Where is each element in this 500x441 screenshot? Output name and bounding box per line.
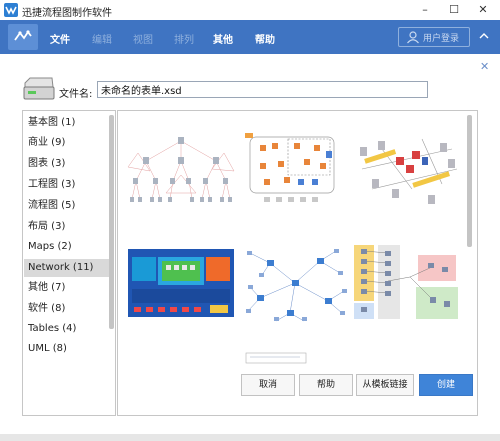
template-gallery <box>117 110 478 416</box>
collapse-ribbon-icon[interactable] <box>476 26 492 46</box>
template-thumbnail-dashboard[interactable] <box>126 245 236 325</box>
new-file-dialog: ✕ 文件名: 基本图 (1) 商业 (9) 图表 (3) 工程图 (3) 流程图… <box>8 56 492 441</box>
menu-view[interactable]: 视图 <box>133 31 153 46</box>
category-layout[interactable]: 布局 (3) <box>28 218 65 236</box>
menu-edit[interactable]: 编辑 <box>92 31 112 46</box>
template-scrollbar[interactable] <box>467 115 472 247</box>
home-button[interactable] <box>8 24 38 50</box>
menu-other[interactable]: 其他 <box>213 31 233 46</box>
category-maps[interactable]: Maps (2) <box>28 238 72 256</box>
cancel-button[interactable]: 取消 <box>241 374 295 396</box>
minimize-button[interactable]: – <box>410 0 440 20</box>
file-name-input[interactable] <box>97 81 428 98</box>
from-template-link-button[interactable]: 从模板链接 <box>356 374 414 396</box>
app-logo-icon <box>4 3 18 17</box>
category-engineering[interactable]: 工程图 (3) <box>28 176 75 194</box>
help-button[interactable]: 帮助 <box>299 374 353 396</box>
category-charts[interactable]: 图表 (3) <box>28 155 65 173</box>
title-bar: 迅捷流程图制作软件 – ☐ ✕ <box>0 0 500 20</box>
maximize-button[interactable]: ☐ <box>439 0 469 20</box>
category-flowchart[interactable]: 流程图 (5) <box>28 197 75 215</box>
home-logo-icon <box>14 30 32 41</box>
disk-icon <box>23 77 55 100</box>
login-button[interactable]: 用户登录 <box>398 27 470 47</box>
file-name-label: 文件名: <box>59 89 93 100</box>
category-tables[interactable]: Tables (4) <box>28 320 76 338</box>
template-thumbnail-network-mesh[interactable] <box>240 243 350 323</box>
category-list: 基本图 (1) 商业 (9) 图表 (3) 工程图 (3) 流程图 (5) 布局… <box>22 110 116 416</box>
user-icon <box>407 31 419 44</box>
main-toolbar: 文件 编辑 视图 排列 其他 帮助 用户登录 <box>0 20 500 54</box>
menu-arrange[interactable]: 排列 <box>174 31 194 46</box>
template-thumbnail-network-1[interactable] <box>126 133 236 213</box>
dialog-close-icon[interactable]: ✕ <box>480 60 489 73</box>
close-button[interactable]: ✕ <box>468 0 498 20</box>
category-business[interactable]: 商业 (9) <box>28 134 65 152</box>
category-uml[interactable]: UML (8) <box>28 340 67 358</box>
create-button[interactable]: 创建 <box>419 374 473 396</box>
menu-help[interactable]: 帮助 <box>255 31 275 46</box>
login-label: 用户登录 <box>423 34 460 44</box>
window-title: 迅捷流程图制作软件 <box>22 8 112 19</box>
category-basic[interactable]: 基本图 (1) <box>28 114 75 132</box>
category-other[interactable]: 其他 (7) <box>28 279 65 297</box>
category-network[interactable]: Network (11) <box>24 259 112 277</box>
category-software[interactable]: 软件 (8) <box>28 300 65 318</box>
template-thumbnail-cloud-architecture[interactable] <box>240 129 350 209</box>
template-thumbnail-network-zones[interactable] <box>352 241 462 321</box>
template-thumbnail-server-rack[interactable] <box>352 129 462 209</box>
category-scrollbar[interactable] <box>109 115 114 329</box>
bottom-strip <box>0 434 500 441</box>
menu-file[interactable]: 文件 <box>50 31 70 46</box>
